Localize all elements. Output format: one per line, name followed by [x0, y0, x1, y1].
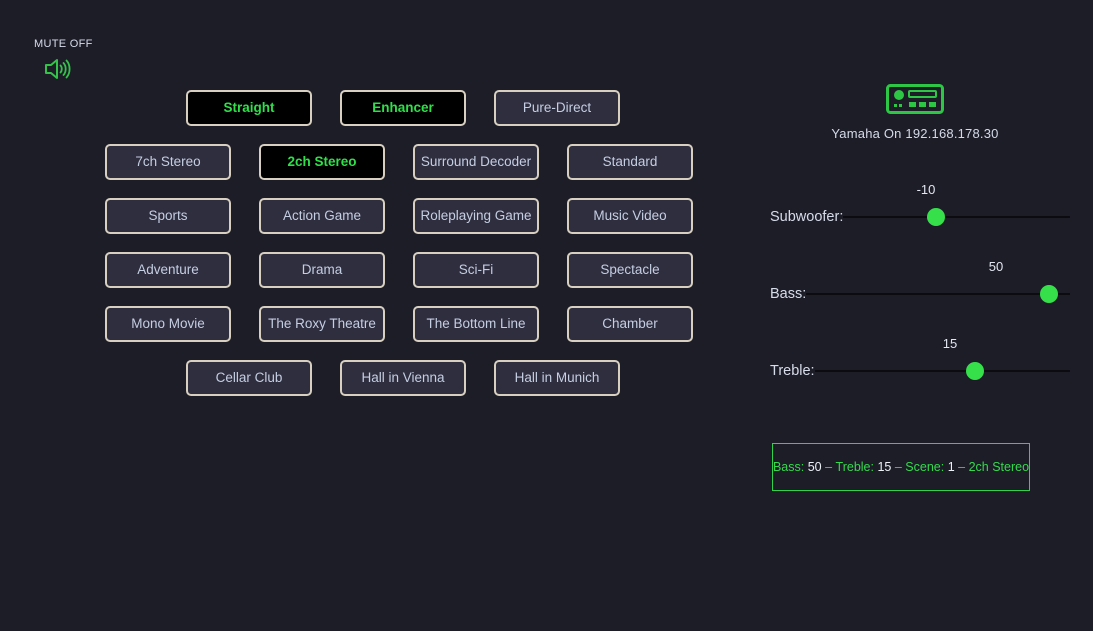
status-scene-value: 1 [947, 460, 955, 474]
program-button-hall-in-munich[interactable]: Hall in Munich [494, 360, 620, 396]
treble-value: 15 [942, 336, 958, 351]
subwoofer-slider[interactable] [843, 206, 1070, 228]
program-button-standard[interactable]: Standard [567, 144, 693, 180]
program-button-sci-fi[interactable]: Sci-Fi [413, 252, 539, 288]
bass-label: Bass: [770, 286, 807, 302]
treble-slider-track [814, 370, 1070, 372]
program-button-cellar-club[interactable]: Cellar Club [186, 360, 312, 396]
receiver-icon[interactable] [770, 84, 1060, 118]
speaker-on-icon[interactable] [42, 56, 152, 87]
program-button-pure-direct[interactable]: Pure-Direct [494, 90, 620, 126]
program-button-drama[interactable]: Drama [259, 252, 385, 288]
bass-slider-thumb[interactable] [1039, 285, 1058, 303]
device-name-label: Yamaha On 192.168.178.30 [831, 126, 999, 141]
status-scene-label: Scene: [905, 460, 945, 474]
program-row-4: Mono Movie The Roxy Theatre The Bottom L… [0, 306, 760, 342]
tone-controls-panel: -10 Subwoofer: 50 Bass: 15 Treble: [770, 182, 1070, 413]
status-separator-2: – [894, 460, 902, 474]
program-button-straight[interactable]: Straight [186, 90, 312, 126]
subwoofer-label: Subwoofer: [770, 209, 844, 225]
status-mode: 2ch Stereo [968, 460, 1030, 474]
program-row-1: 7ch Stereo 2ch Stereo Surround Decoder S… [0, 144, 760, 180]
program-button-mono-movie[interactable]: Mono Movie [105, 306, 231, 342]
program-button-hall-in-vienna[interactable]: Hall in Vienna [340, 360, 466, 396]
slider-group-treble: 15 Treble: [770, 336, 1070, 413]
program-button-surround-decoder[interactable]: Surround Decoder [413, 144, 539, 180]
program-buttons-panel: Straight Enhancer Pure-Direct 7ch Stereo… [0, 90, 760, 414]
slider-group-subwoofer: -10 Subwoofer: [770, 182, 1070, 259]
program-button-roleplaying-game[interactable]: Roleplaying Game [413, 198, 539, 234]
program-button-action-game[interactable]: Action Game [259, 198, 385, 234]
subwoofer-slider-thumb[interactable] [927, 208, 946, 226]
bass-slider-track [806, 293, 1070, 295]
status-separator-1: – [825, 460, 833, 474]
status-separator-3: – [958, 460, 966, 474]
program-row-5: Cellar Club Hall in Vienna Hall in Munic… [0, 360, 760, 396]
status-badge: Bass: 50 – Treble: 15 – Scene: 1 – 2ch S… [772, 443, 1030, 491]
mute-label: MUTE OFF [34, 38, 93, 50]
treble-slider[interactable] [814, 360, 1070, 382]
program-button-the-bottom-line[interactable]: The Bottom Line [413, 306, 539, 342]
subwoofer-slider-track [843, 216, 1070, 218]
treble-label: Treble: [770, 363, 815, 379]
program-row-3: Adventure Drama Sci-Fi Spectacle [0, 252, 760, 288]
device-panel: Yamaha On 192.168.178.30 [770, 84, 1060, 141]
program-row-decoder-modes: Straight Enhancer Pure-Direct [0, 90, 760, 126]
program-button-chamber[interactable]: Chamber [567, 306, 693, 342]
program-button-enhancer[interactable]: Enhancer [340, 90, 466, 126]
bass-value: 50 [988, 259, 1004, 274]
slider-group-bass: 50 Bass: [770, 259, 1070, 336]
program-button-the-roxy-theatre[interactable]: The Roxy Theatre [259, 306, 385, 342]
program-button-spectacle[interactable]: Spectacle [567, 252, 693, 288]
status-bass-value: 50 [807, 460, 822, 474]
program-button-sports[interactable]: Sports [105, 198, 231, 234]
program-button-2ch-stereo[interactable]: 2ch Stereo [259, 144, 385, 180]
treble-slider-thumb[interactable] [966, 362, 985, 380]
program-button-adventure[interactable]: Adventure [105, 252, 231, 288]
status-bass-label: Bass: [772, 460, 805, 474]
mute-status: MUTE OFF [32, 38, 152, 87]
program-button-music-video[interactable]: Music Video [567, 198, 693, 234]
program-row-2: Sports Action Game Roleplaying Game Musi… [0, 198, 760, 234]
subwoofer-value: -10 [916, 182, 936, 197]
program-button-7ch-stereo[interactable]: 7ch Stereo [105, 144, 231, 180]
status-treble-label: Treble: [835, 460, 874, 474]
bass-slider[interactable] [806, 283, 1070, 305]
status-treble-value: 15 [877, 460, 892, 474]
